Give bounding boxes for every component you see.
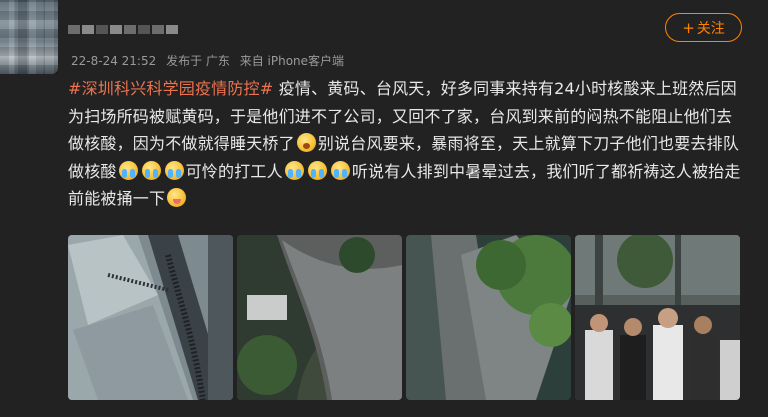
aerial-queue-photo[interactable] [68,235,233,400]
photo-grid [68,235,740,400]
crowd-under-trees-photo[interactable] [406,235,571,400]
plus-icon: + [682,18,695,37]
topic-link[interactable]: #深圳科兴科学园疫情防控# [68,79,273,98]
follow-label: 关注 [696,20,725,37]
yawn-emoji [296,133,316,152]
cry-emoji [330,160,350,180]
cry-emoji [164,160,184,180]
avatar[interactable] [0,0,58,74]
cry-emoji [141,160,161,180]
cry-emoji [118,160,138,180]
follow-button[interactable]: + 关注 [665,13,742,42]
post-location: 发布于 广东 [166,54,230,68]
cry-emoji [307,160,327,180]
tongue-emoji [167,188,187,207]
post-text: 可怜的打工人 [185,161,283,181]
cry-emoji [284,160,304,180]
post-time[interactable]: 22-8-24 21:52 [71,54,156,68]
post-meta: 22-8-24 21:52 发布于 广东 来自 iPhone客户端 [71,52,350,69]
post-content: #深圳科兴科学园疫情防控# 疫情、黄码、台风天，好多同事来持有24小时核酸来上班… [68,75,748,213]
username-pixelated[interactable] [68,25,178,34]
street-queue-photo[interactable] [575,235,740,400]
crowd-courtyard-photo[interactable] [237,235,402,400]
post-source: 来自 iPhone客户端 [239,54,345,68]
